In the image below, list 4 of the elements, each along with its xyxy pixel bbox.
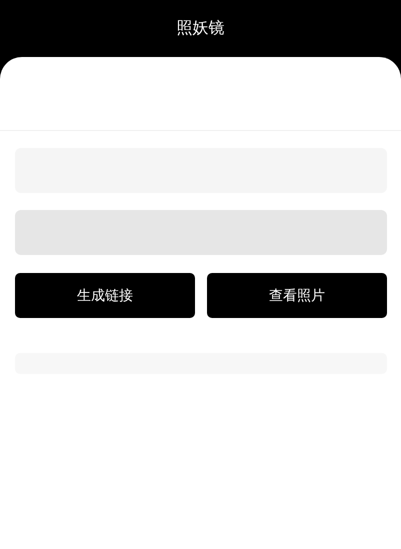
page-title: 照妖镜 [176,18,224,39]
action-button[interactable]: 查看照片 [207,273,387,318]
action-button[interactable]: 生成链接 [15,273,195,318]
link-field[interactable] [15,210,387,255]
